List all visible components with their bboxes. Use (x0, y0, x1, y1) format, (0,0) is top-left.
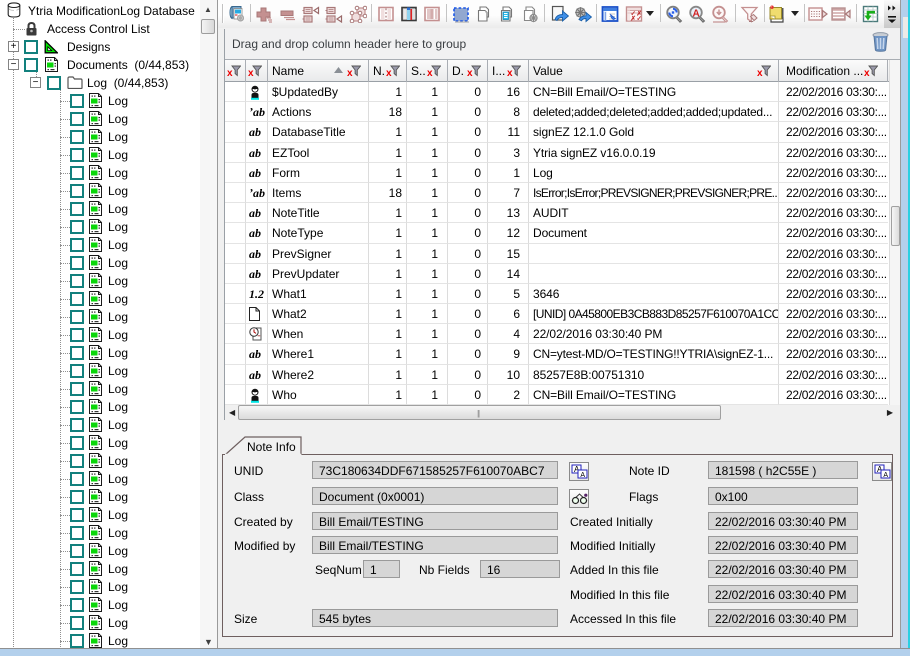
svg-text:x: x (507, 68, 513, 77)
svg-text:x: x (467, 68, 473, 77)
svg-text:x: x (864, 68, 870, 77)
svg-text:x: x (386, 68, 392, 77)
svg-text:x: x (347, 68, 353, 77)
svg-text:x: x (248, 68, 254, 77)
svg-text:✓: ✓ (637, 16, 642, 23)
svg-text:A: A (693, 9, 700, 20)
svg-text:x: x (227, 68, 233, 77)
svg-text:A: A (883, 472, 888, 479)
svg-text:x: x (427, 68, 433, 77)
svg-text:A: A (580, 472, 585, 479)
svg-text:x: x (757, 68, 763, 77)
